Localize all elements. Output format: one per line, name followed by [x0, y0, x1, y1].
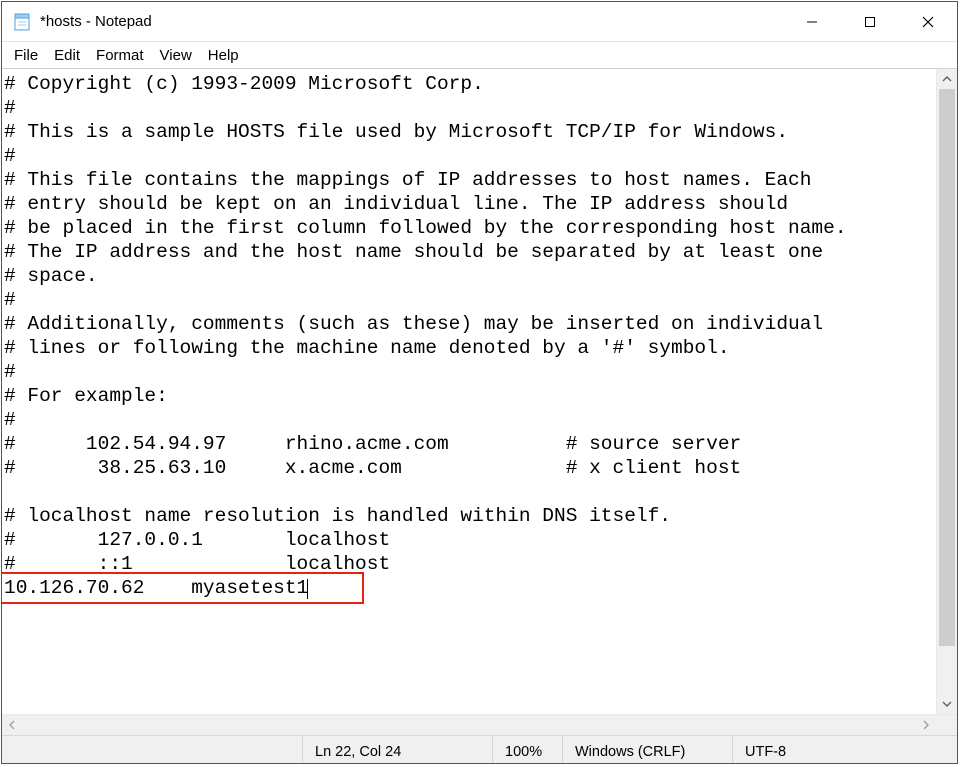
menu-help[interactable]: Help	[200, 45, 247, 66]
status-cursor-position: Ln 22, Col 24	[302, 736, 492, 763]
editor-area: # Copyright (c) 1993-2009 Microsoft Corp…	[2, 68, 957, 714]
scroll-down-arrow-icon[interactable]	[937, 694, 957, 714]
status-bar: Ln 22, Col 24 100% Windows (CRLF) UTF-8	[2, 735, 957, 763]
menu-format[interactable]: Format	[88, 45, 152, 66]
notepad-window: *hosts - Notepad File Edit Format View H…	[1, 1, 958, 764]
minimize-button[interactable]	[783, 2, 841, 41]
scroll-up-arrow-icon[interactable]	[937, 69, 957, 89]
text-editor[interactable]: # Copyright (c) 1993-2009 Microsoft Corp…	[2, 69, 936, 714]
menu-view[interactable]: View	[152, 45, 200, 66]
menu-edit[interactable]: Edit	[46, 45, 88, 66]
vertical-scroll-track[interactable]	[937, 89, 957, 694]
status-zoom: 100%	[492, 736, 562, 763]
status-encoding: UTF-8	[732, 736, 957, 763]
status-blank	[2, 736, 302, 763]
scroll-left-arrow-icon[interactable]	[2, 715, 22, 735]
maximize-button[interactable]	[841, 2, 899, 41]
horizontal-scrollbar[interactable]	[2, 714, 957, 735]
status-line-ending: Windows (CRLF)	[562, 736, 732, 763]
window-title: *hosts - Notepad	[40, 13, 152, 30]
scroll-corner	[936, 715, 957, 735]
scroll-right-arrow-icon[interactable]	[916, 715, 936, 735]
menu-bar: File Edit Format View Help	[2, 42, 957, 68]
title-bar[interactable]: *hosts - Notepad	[2, 2, 957, 42]
close-button[interactable]	[899, 2, 957, 41]
notepad-icon	[12, 12, 32, 32]
menu-file[interactable]: File	[6, 45, 46, 66]
horizontal-scroll-track[interactable]	[22, 715, 916, 735]
vertical-scrollbar[interactable]	[936, 69, 957, 714]
text-content[interactable]: # Copyright (c) 1993-2009 Microsoft Corp…	[2, 69, 936, 603]
vertical-scroll-thumb[interactable]	[939, 89, 955, 646]
window-controls	[783, 2, 957, 41]
